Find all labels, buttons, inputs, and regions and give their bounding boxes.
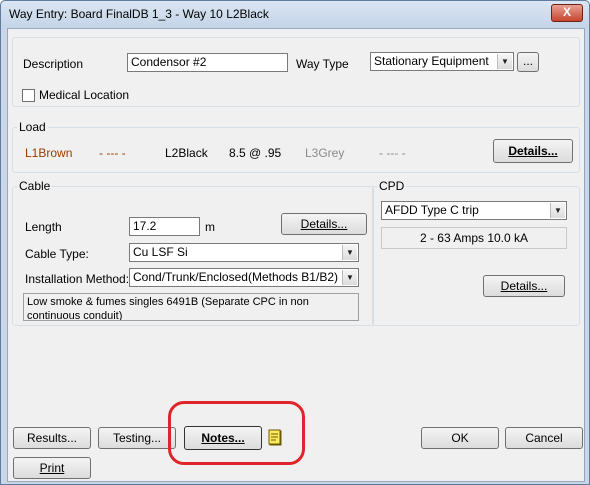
dropdown-arrow-icon[interactable]: ▼	[497, 54, 512, 69]
l3-value: - --- -	[379, 146, 406, 160]
way-type-browse-button[interactable]: ...	[517, 52, 539, 72]
cable-details-button[interactable]: Details...	[281, 213, 367, 235]
notes-highlight-annotation	[168, 401, 305, 465]
ok-button[interactable]: OK	[421, 427, 499, 449]
cable-description: Low smoke & fumes singles 6491B (Separat…	[23, 293, 359, 321]
cancel-label: Cancel	[525, 431, 563, 445]
load-group: Load L1Brown - --- - L2Black 8.5 @ .95 L…	[12, 120, 580, 173]
cpd-rating: 2 - 63 Amps 10.0 kA	[381, 227, 567, 249]
dialog-client-area: Description Condensor #2 Way Type Statio…	[7, 28, 585, 482]
general-group: Description Condensor #2 Way Type Statio…	[12, 37, 580, 107]
cpd-group-label: CPD	[377, 179, 407, 193]
title-bar[interactable]: Way Entry: Board FinalDB 1_3 - Way 10 L2…	[1, 1, 589, 27]
close-button[interactable]: X	[551, 4, 583, 22]
medical-location-checkbox[interactable]	[22, 89, 35, 102]
load-group-label: Load	[17, 120, 48, 134]
print-button[interactable]: Print	[13, 457, 91, 479]
l1-value: - --- -	[99, 146, 126, 160]
cable-group-label: Cable	[17, 179, 53, 193]
installation-method-select[interactable]: Cond/Trunk/Enclosed(Methods B1/B2) ▼	[129, 268, 359, 287]
ok-label: OK	[451, 431, 469, 445]
testing-button[interactable]: Testing...	[98, 427, 176, 449]
installation-method-value: Cond/Trunk/Enclosed(Methods B1/B2)	[133, 270, 338, 284]
results-label: Results...	[26, 431, 77, 445]
medical-location-label: Medical Location	[39, 88, 130, 102]
load-details-button[interactable]: Details...	[493, 139, 573, 163]
cancel-button[interactable]: Cancel	[505, 427, 583, 449]
length-unit: m	[205, 220, 215, 234]
installation-method-label: Installation Method:	[25, 272, 130, 286]
load-details-label: Details...	[508, 144, 558, 158]
print-label: Print	[39, 461, 65, 475]
way-entry-window: Way Entry: Board FinalDB 1_3 - Way 10 L2…	[0, 0, 590, 485]
dropdown-arrow-icon[interactable]: ▼	[342, 270, 357, 285]
length-input[interactable]: 17.2	[129, 217, 200, 236]
l1-label: L1Brown	[25, 146, 73, 160]
l2-value: 8.5 @ .95	[229, 146, 282, 160]
close-icon: X	[562, 5, 571, 19]
l3-label: L3Grey	[305, 146, 345, 160]
description-input[interactable]: Condensor #2	[127, 53, 288, 72]
way-type-value: Stationary Equipment	[374, 54, 489, 68]
results-button[interactable]: Results...	[13, 427, 91, 449]
dropdown-arrow-icon[interactable]: ▼	[550, 203, 565, 218]
testing-label: Testing...	[112, 431, 162, 445]
cpd-type-select[interactable]: AFDD Type C trip ▼	[381, 201, 567, 220]
cpd-details-button[interactable]: Details...	[483, 275, 565, 297]
l2-label: L2Black	[165, 146, 208, 160]
dropdown-arrow-icon[interactable]: ▼	[342, 245, 357, 260]
cable-type-value: Cu LSF Si	[133, 245, 188, 259]
cable-details-label: Details...	[300, 217, 348, 231]
cpd-details-label: Details...	[500, 279, 548, 293]
cable-group: Cable Length 17.2 m Details... Cable Typ…	[12, 179, 374, 326]
way-type-select[interactable]: Stationary Equipment ▼	[370, 52, 514, 71]
length-label: Length	[25, 220, 62, 234]
cable-type-label: Cable Type:	[25, 247, 89, 261]
cable-type-select[interactable]: Cu LSF Si ▼	[129, 243, 359, 262]
cpd-group: CPD AFDD Type C trip ▼ 2 - 63 Amps 10.0 …	[372, 179, 580, 326]
description-label: Description	[23, 57, 84, 71]
way-type-label: Way Type	[296, 57, 349, 71]
window-title: Way Entry: Board FinalDB 1_3 - Way 10 L2…	[9, 7, 269, 21]
cpd-type-value: AFDD Type C trip	[385, 203, 479, 217]
